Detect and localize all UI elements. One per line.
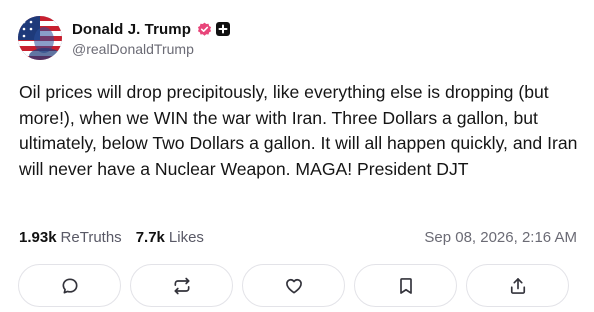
post-header: Donald J. Trump @realDonaldTrump xyxy=(18,16,231,60)
repost-icon xyxy=(174,277,189,294)
retruths-label[interactable]: ReTruths xyxy=(61,229,122,246)
plus-badge-icon xyxy=(216,22,231,36)
retruths-count[interactable]: 1.93k xyxy=(19,229,57,246)
bookmark-icon xyxy=(399,277,412,294)
like-button[interactable] xyxy=(242,264,345,307)
post-text: Oil prices will drop precipitously, like… xyxy=(19,82,578,179)
avatar-image xyxy=(18,16,62,60)
avatar[interactable] xyxy=(18,16,62,60)
action-bar xyxy=(18,264,569,307)
share-button[interactable] xyxy=(466,264,569,307)
post-timestamp[interactable]: Sep 08, 2026, 2:16 AM xyxy=(424,229,577,246)
share-icon xyxy=(510,277,525,294)
retruth-button[interactable] xyxy=(130,264,233,307)
likes-label[interactable]: Likes xyxy=(169,229,204,246)
author-handle[interactable]: @realDonaldTrump xyxy=(72,41,230,57)
name-row: Donald J. Trump xyxy=(72,19,231,39)
reply-button[interactable] xyxy=(18,264,121,307)
post-stats: 1.93k ReTruths 7.7k Likes xyxy=(19,229,204,246)
heart-icon xyxy=(285,278,302,293)
bookmark-button[interactable] xyxy=(354,264,457,307)
display-name[interactable]: Donald J. Trump xyxy=(72,21,191,38)
likes-count[interactable]: 7.7k xyxy=(136,229,165,246)
author-names: Donald J. Trump @realDonaldTrump xyxy=(72,19,231,57)
reply-icon xyxy=(62,278,77,293)
verified-badge-icon xyxy=(197,22,212,37)
post-card: Donald J. Trump @realDonaldTrump Oil pri… xyxy=(0,0,594,312)
